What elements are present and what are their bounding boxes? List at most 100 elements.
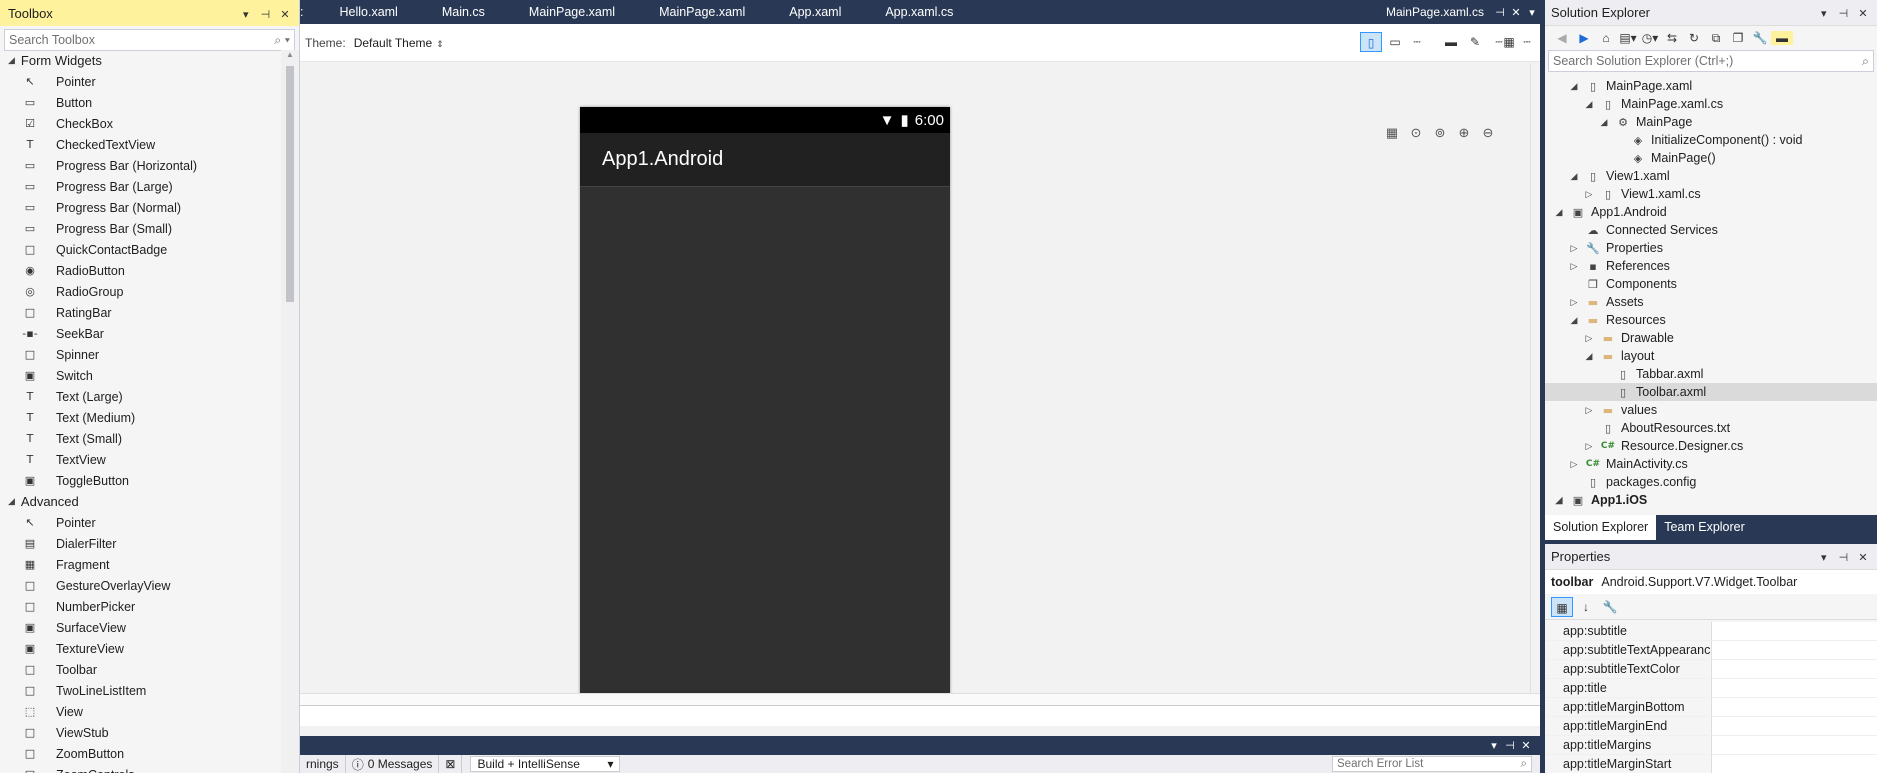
build-filter-select[interactable]: Build + IntelliSense ▾ — [470, 756, 621, 772]
tab-team-explorer[interactable]: Team Explorer — [1656, 515, 1753, 540]
document-tab[interactable]: App.xaml.cs — [863, 0, 975, 24]
dropdown-icon[interactable]: ▾ — [1486, 739, 1502, 752]
tree-node[interactable]: ◢ ▯ View1.xaml — [1545, 167, 1877, 185]
tree-node[interactable]: ▷ 🔧 Properties — [1545, 239, 1877, 257]
property-row[interactable]: app:subtitle — [1545, 622, 1877, 641]
toolbox-item[interactable]: ▣ SurfaceView — [0, 617, 282, 638]
pin-icon[interactable]: ⊣ — [1835, 7, 1851, 20]
close-icon[interactable]: ✕ — [1508, 6, 1524, 19]
toolbox-category[interactable]: ◢ Form Widgets — [0, 50, 282, 71]
property-value[interactable] — [1711, 679, 1877, 698]
tab-solution-explorer[interactable]: Solution Explorer — [1545, 515, 1657, 540]
expander-icon[interactable]: ▷ — [1568, 297, 1580, 308]
scroll-up-icon[interactable]: ▲ — [281, 50, 299, 64]
toolbox-item[interactable]: T Text (Small) — [0, 428, 282, 449]
expander-icon[interactable]: ◢ — [1583, 99, 1595, 110]
pin-icon[interactable]: ⊣ — [1835, 551, 1851, 564]
document-tab[interactable]: MainPage.xaml — [637, 0, 767, 24]
toolbox-item[interactable]: ↖ Pointer — [0, 512, 282, 533]
home-icon[interactable]: ⌂ — [1595, 31, 1617, 45]
pending-changes-icon[interactable]: ◷▾ — [1639, 31, 1661, 45]
expander-icon[interactable]: ◢ — [1598, 117, 1610, 128]
toolbox-item[interactable]: T Text (Large) — [0, 386, 282, 407]
toolbox-item[interactable]: ▦ Fragment — [0, 554, 282, 575]
alphabetical-icon[interactable]: ↓ — [1575, 597, 1597, 617]
dropdown-icon[interactable]: ▾ — [1816, 7, 1832, 20]
property-pages-icon[interactable]: 🔧 — [1599, 597, 1621, 617]
tree-node[interactable]: ▯ packages.config — [1545, 473, 1877, 491]
property-value[interactable] — [1711, 736, 1877, 755]
tree-node[interactable]: ▷ ▬ values — [1545, 401, 1877, 419]
toolbox-item[interactable]: ◉ RadioButton — [0, 260, 282, 281]
expander-icon[interactable]: ▷ — [1583, 405, 1595, 416]
scroll-thumb[interactable] — [286, 66, 294, 302]
toolbox-item[interactable]: □ ZoomControls — [0, 764, 282, 773]
tree-node[interactable]: ◈ InitializeComponent() : void — [1545, 131, 1877, 149]
tree-node[interactable]: ▷ ▪ References — [1545, 257, 1877, 275]
expander-icon[interactable]: ▷ — [1568, 243, 1580, 254]
tree-node[interactable]: ▷ ▬ Drawable — [1545, 329, 1877, 347]
tree-node[interactable]: ◢ ▯ MainPage.xaml — [1545, 77, 1877, 95]
property-value[interactable] — [1711, 641, 1877, 660]
tree-node[interactable]: ▯ AboutResources.txt — [1545, 419, 1877, 437]
preview-icon[interactable]: ▬ — [1771, 31, 1793, 45]
toolbox-item[interactable]: □ ViewStub — [0, 722, 282, 743]
forward-icon[interactable]: ▶ — [1573, 31, 1595, 45]
property-value[interactable] — [1711, 622, 1877, 641]
zoom-actual-icon[interactable]: ⊚ — [1428, 125, 1452, 141]
toolbox-item[interactable]: □ NumberPicker — [0, 596, 282, 617]
highlight-icon[interactable]: ▦ — [1380, 125, 1404, 141]
close-icon[interactable]: ✕ — [1855, 551, 1871, 564]
sync-icon[interactable]: ⇆ — [1661, 31, 1683, 45]
toolbox-item[interactable]: ↖ Pointer — [0, 71, 282, 92]
landscape-icon[interactable]: ▭ — [1384, 32, 1406, 52]
expander-icon[interactable]: ▷ — [1583, 189, 1595, 200]
toolbox-item[interactable]: ▭ Progress Bar (Horizontal) — [0, 155, 282, 176]
expander-icon[interactable]: ◢ — [1568, 315, 1580, 326]
property-value[interactable] — [1711, 717, 1877, 736]
tree-node[interactable]: ▷ ▬ Assets — [1545, 293, 1877, 311]
expander-icon[interactable]: ▷ — [1568, 261, 1580, 272]
tree-node[interactable]: ◢ ▣ App1.Android — [1545, 203, 1877, 221]
expander-icon[interactable]: ▷ — [1583, 333, 1595, 344]
property-row[interactable]: app:titleMarginBottom — [1545, 698, 1877, 717]
tree-node[interactable]: ❒ Components — [1545, 275, 1877, 293]
tree-node[interactable]: ◢ ▬ layout — [1545, 347, 1877, 365]
toolbox-item[interactable]: ▭ Progress Bar (Small) — [0, 218, 282, 239]
theme-select[interactable]: Default Theme ⇕ — [354, 36, 444, 50]
toolbox-item[interactable]: □ Spinner — [0, 344, 282, 365]
toolbox-item[interactable]: -▪- SeekBar — [0, 323, 282, 344]
warnings-filter-button[interactable]: rnings — [300, 755, 346, 773]
document-tab[interactable]: : — [300, 0, 317, 24]
show-all-files-icon[interactable]: ❐ — [1727, 31, 1749, 45]
expand-icon[interactable]: ◢ — [8, 55, 15, 66]
device-frame-icon[interactable]: ▬ — [1440, 32, 1462, 52]
switch-views-icon[interactable]: ▤▾ — [1617, 31, 1639, 45]
pin-icon[interactable]: ⊣ — [257, 8, 273, 21]
toolbox-item[interactable]: ☑ CheckBox — [0, 113, 282, 134]
clear-filter-icon[interactable]: ⊠ — [439, 755, 463, 773]
toolbox-item[interactable]: ◎ RadioGroup — [0, 281, 282, 302]
tree-node[interactable]: ☁ Connected Services — [1545, 221, 1877, 239]
expander-icon[interactable]: ▷ — [1568, 459, 1580, 470]
app-toolbar[interactable]: App1.Android — [580, 133, 950, 187]
property-row[interactable]: app:titleMargins — [1545, 736, 1877, 755]
close-icon[interactable]: ✕ — [1518, 739, 1534, 752]
zoom-fit-icon[interactable]: ⊙ — [1404, 125, 1428, 141]
tree-node[interactable]: ▷ ▯ View1.xaml.cs — [1545, 185, 1877, 203]
device-preview[interactable]: ▼ ▮ 6:00 App1.Android — [580, 107, 950, 722]
close-icon[interactable]: ✕ — [277, 8, 293, 21]
toolbox-item[interactable]: ▣ ToggleButton — [0, 470, 282, 491]
tree-node[interactable]: ▯ Toolbar.axml — [1545, 383, 1877, 401]
pin-icon[interactable]: ⊣ — [1492, 6, 1508, 19]
back-icon[interactable]: ◀ — [1551, 31, 1573, 45]
error-list-search-input[interactable]: Search Error List ⌕ — [1332, 756, 1532, 772]
toolbox-item[interactable]: □ RatingBar — [0, 302, 282, 323]
toolbox-item[interactable]: ▭ Button — [0, 92, 282, 113]
expand-icon[interactable]: ◢ — [8, 496, 15, 507]
portrait-icon[interactable]: ▯ — [1360, 32, 1382, 52]
tree-node[interactable]: ◈ MainPage() — [1545, 149, 1877, 167]
property-row[interactable]: app:title — [1545, 679, 1877, 698]
search-icon[interactable]: ⌕ ▾ — [274, 33, 290, 48]
collapse-all-icon[interactable]: ⧉ — [1705, 31, 1727, 46]
